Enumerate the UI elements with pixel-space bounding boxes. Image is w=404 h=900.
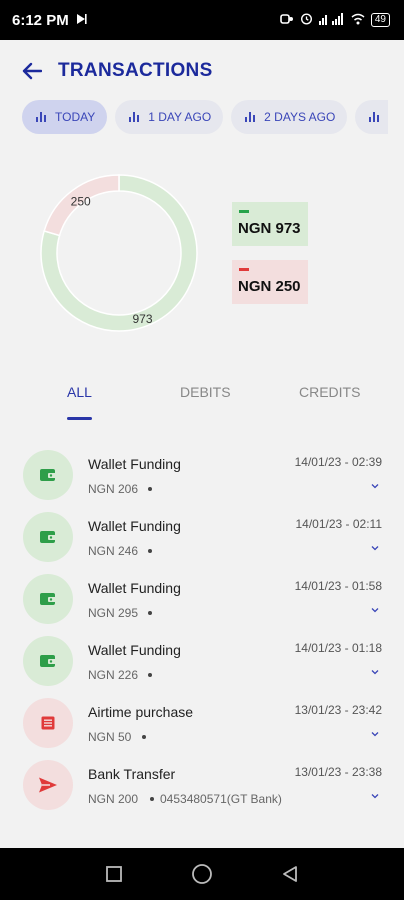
legend-credit-label: NGN 973 [238,220,301,237]
transaction-title: Airtime purchase [88,704,194,720]
transaction-date: 14/01/23 - 02:39 [294,455,382,469]
status-time: 6:12 PM [12,11,69,29]
transaction-amount: NGN 226 [88,668,139,682]
chip-3-days-ago[interactable]: 3 D [355,100,388,134]
wifi-icon [351,13,365,28]
transaction-date: 14/01/23 - 02:11 [295,517,382,531]
arrow-left-icon [22,62,42,80]
system-nav-bar [0,848,404,900]
separator-dot [148,487,152,491]
send-icon [23,760,73,810]
separator-dot [150,797,154,801]
status-right: 49 [280,12,390,28]
chevron-down-icon[interactable] [370,730,380,738]
battery-indicator: 49 [370,13,390,27]
separator-dot [148,549,152,553]
transaction-title: Bank Transfer [88,766,176,782]
transaction-reference: 0453480571(GT Bank) [160,792,282,806]
transaction-date: 13/01/23 - 23:42 [294,703,382,717]
transaction-amount: NGN 200 [88,792,139,806]
status-bar: 6:12 PM 49 [0,0,404,40]
bar-chart-icon [36,112,47,122]
back-button[interactable] [20,59,44,83]
separator-dot [148,611,152,615]
summary-donut-chart: 973 250 [40,174,198,332]
circle-icon [192,864,212,884]
transaction-type-tabs: ALL DEBITS CREDITS [0,372,404,422]
legend-credit: NGN 973 [232,202,308,246]
transaction-amount: NGN 50 [88,730,132,744]
active-tab-indicator [67,417,92,420]
chip-label: 1 DAY AGO [148,110,212,124]
page-title: TRANSACTIONS [58,60,213,81]
wallet-icon [23,636,73,686]
chip-today[interactable]: TODAY [22,100,108,134]
square-icon [106,866,122,882]
transaction-title: Wallet Funding [88,642,181,658]
chip-2-days-ago[interactable]: 2 DAYS AGO [231,100,348,134]
receipt-icon [23,698,73,748]
transaction-date: 13/01/23 - 23:38 [294,765,382,779]
transaction-amount: NGN 246 [88,544,139,558]
chevron-down-icon[interactable] [370,668,380,676]
transaction-amount: NGN 206 [88,482,139,496]
tab-all[interactable]: ALL [67,384,92,400]
list-item[interactable]: Wallet Funding NGN 246 14/01/23 - 02:11 [0,508,404,570]
credit-color-marker [239,210,249,213]
wallet-icon [23,574,73,624]
transaction-amount: NGN 295 [88,606,139,620]
status-left: 6:12 PM [12,12,87,29]
legend-debit-label: NGN 250 [238,278,301,295]
transaction-date: 14/01/23 - 01:18 [294,641,382,655]
chevron-down-icon[interactable] [370,544,380,552]
chip-1-day-ago[interactable]: 1 DAY AGO [115,100,224,134]
wallet-icon [23,450,73,500]
chip-label: TODAY [55,110,96,124]
tab-debits[interactable]: DEBITS [180,384,231,400]
notification-icon [280,13,294,28]
slice-label-debit: 250 [71,195,91,209]
transaction-date: 14/01/23 - 01:58 [294,579,382,593]
chevron-down-icon[interactable] [370,792,380,800]
list-item[interactable]: Wallet Funding NGN 206 14/01/23 - 02:39 [0,446,404,508]
triangle-back-icon [283,866,297,882]
home-button[interactable] [190,862,214,886]
debit-color-marker [239,268,249,271]
transaction-list: Wallet Funding NGN 206 14/01/23 - 02:39 … [0,446,404,818]
chevron-down-icon[interactable] [370,482,380,490]
chart-legend: NGN 973 NGN 250 [232,202,308,318]
recent-apps-button[interactable] [102,862,126,886]
date-filter-chips: TODAY 1 DAY AGO 2 DAYS AGO 3 D [22,100,388,136]
signal-icon [318,12,345,28]
list-item[interactable]: Airtime purchase NGN 50 13/01/23 - 23:42 [0,694,404,756]
bar-chart-icon [369,112,380,122]
legend-debit: NGN 250 [232,260,308,304]
list-item[interactable]: Bank Transfer NGN 200 0453480571(GT Bank… [0,756,404,818]
list-item[interactable]: Wallet Funding NGN 295 14/01/23 - 01:58 [0,570,404,632]
wallet-icon [23,512,73,562]
app-header: TRANSACTIONS [0,40,404,102]
chevron-down-icon[interactable] [370,606,380,614]
transaction-title: Wallet Funding [88,580,181,596]
transaction-title: Wallet Funding [88,456,181,472]
back-nav-button[interactable] [278,862,302,886]
chip-label: 2 DAYS AGO [264,110,336,124]
bar-chart-icon [245,112,256,122]
alarm-icon [300,12,313,28]
separator-dot [142,735,146,739]
slice-label-credit: 973 [132,312,152,326]
play-icon [75,12,87,29]
bar-chart-icon [129,112,140,122]
separator-dot [148,673,152,677]
tab-credits[interactable]: CREDITS [299,384,360,400]
transaction-title: Wallet Funding [88,518,181,534]
list-item[interactable]: Wallet Funding NGN 226 14/01/23 - 01:18 [0,632,404,694]
